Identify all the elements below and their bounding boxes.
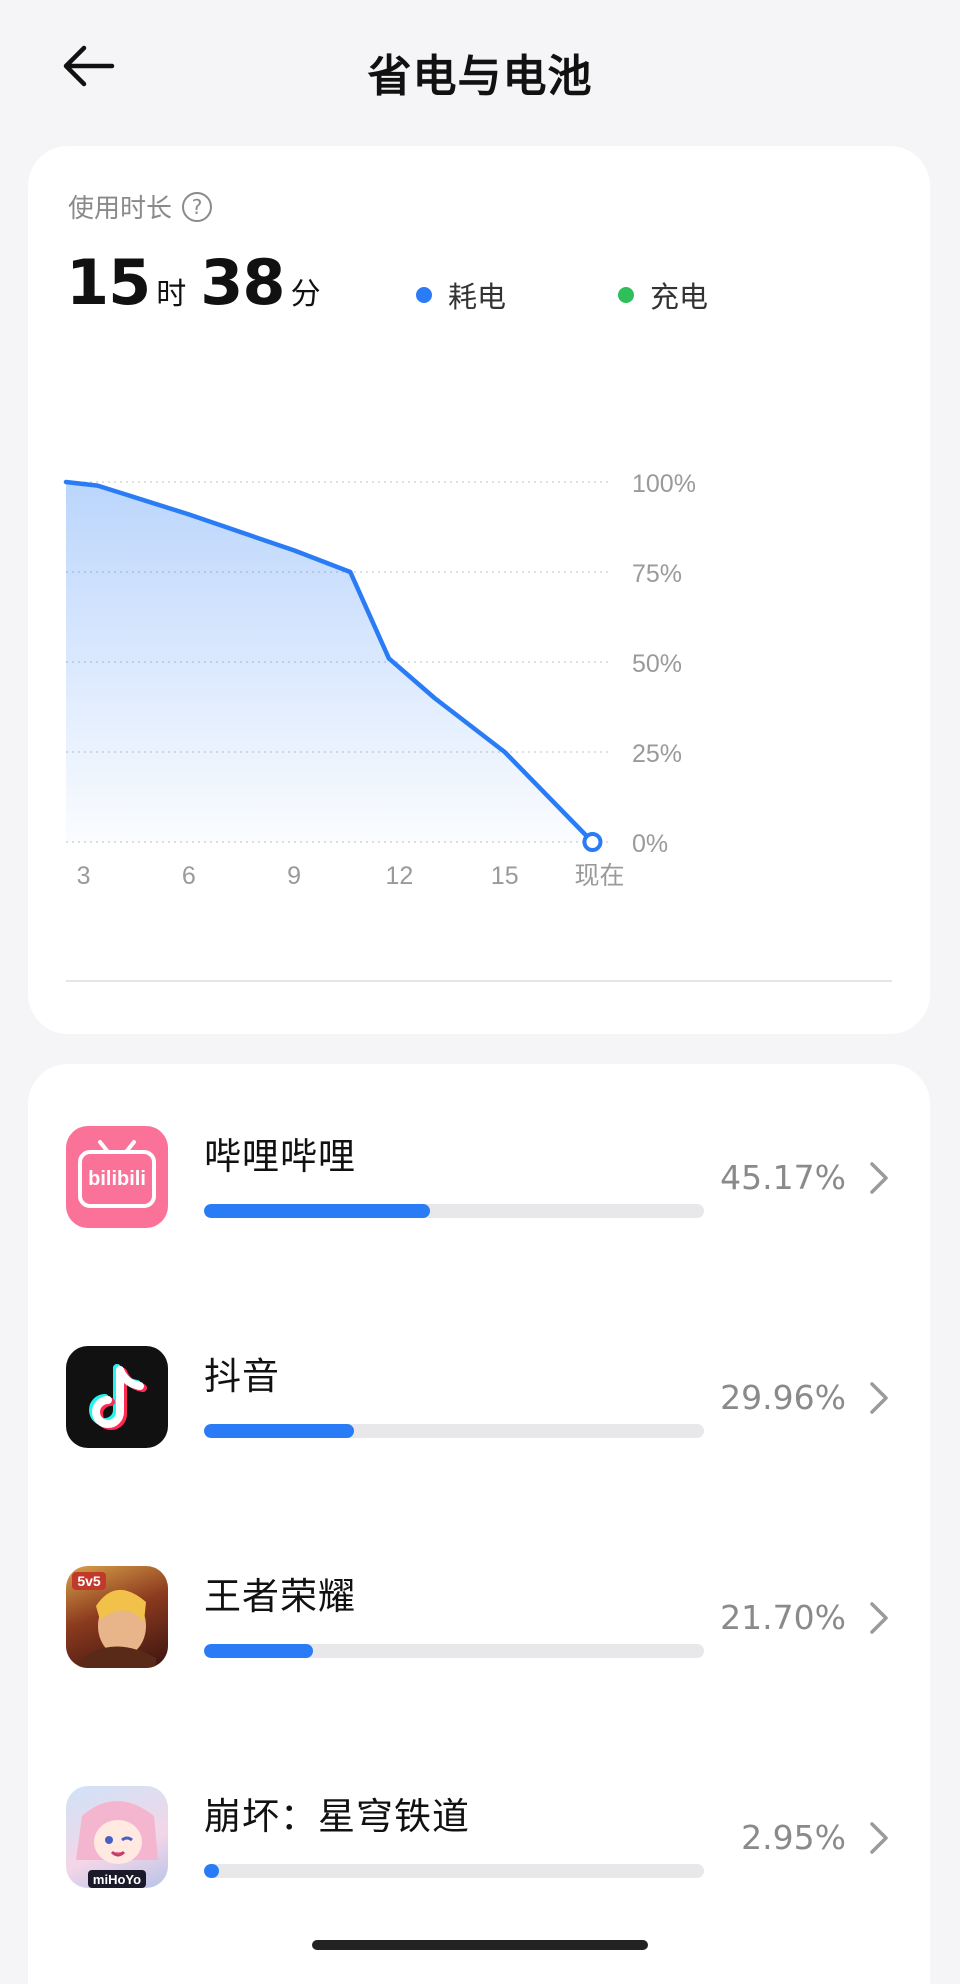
app-name: 抖音 [204, 1355, 280, 1398]
chevron-right-icon [870, 1602, 888, 1634]
app-progress-bar [204, 1864, 704, 1878]
app-progress-fill [204, 1644, 313, 1658]
legend-consume-dot [416, 287, 432, 303]
chart-current-point [582, 832, 603, 852]
duration-minutes-unit: 分 [290, 277, 321, 312]
chart-x-tick-label: 12 [386, 862, 414, 890]
usage-label: 使用时长 ? [68, 188, 213, 225]
legend-consume: 耗电 [416, 274, 506, 316]
chart-y-tick-label: 25% [632, 740, 682, 768]
app-percent: 2.95% [741, 1818, 846, 1857]
app-row-bilibili[interactable]: bilibili 哔哩哔哩 45.17% [28, 1118, 930, 1238]
chart-x-tick-label: 9 [287, 862, 301, 890]
duration-hours-unit: 时 [156, 277, 187, 312]
chart-y-tick-label: 0% [632, 830, 668, 858]
chevron-right-icon [870, 1382, 888, 1414]
usage-label-text: 使用时长 [68, 194, 173, 224]
usage-duration: 15 时 38 分 [66, 246, 335, 319]
home-indicator[interactable] [312, 1940, 648, 1950]
app-row-douyin[interactable]: 抖音 29.96% [28, 1338, 930, 1458]
chart-x-tick-label: 3 [77, 862, 91, 890]
app-progress-bar [204, 1644, 704, 1658]
honor-of-kings-icon: 5v5 [66, 1566, 168, 1668]
app-progress-fill [204, 1204, 430, 1218]
help-icon[interactable]: ? [182, 191, 213, 222]
legend-charge: 充电 [618, 274, 708, 316]
battery-chart: 100% 75% 50% 25% 0% 3 6 9 12 15 现在 [63, 470, 696, 890]
star-rail-icon-text: miHoYo [93, 1872, 141, 1887]
star-rail-icon: miHoYo [66, 1786, 168, 1888]
chart-area-fill [66, 482, 593, 842]
legend-charge-label: 充电 [650, 280, 709, 314]
bilibili-icon-text: bilibili [88, 1168, 146, 1190]
app-name: 王者荣耀 [204, 1575, 356, 1618]
app-progress-bar [204, 1204, 704, 1218]
app-row-star-rail[interactable]: miHoYo 崩坏：星穹铁道 2.95% [28, 1778, 930, 1898]
header: 省电与电池 [0, 0, 960, 140]
duration-minutes: 38 [200, 246, 285, 319]
chevron-right-icon [870, 1162, 888, 1194]
app-progress-bar [204, 1424, 704, 1438]
chevron-right-icon [870, 1822, 888, 1854]
chart-y-tick-label: 50% [632, 650, 682, 678]
chart-y-tick-label: 75% [632, 560, 682, 588]
app-percent: 29.96% [720, 1378, 846, 1417]
chart-x-tick-label: 6 [182, 862, 196, 890]
chart-x-tick-label: 15 [491, 862, 519, 890]
app-row-honor-of-kings[interactable]: 5v5 王者荣耀 21.70% [28, 1558, 930, 1678]
usage-card: 使用时长 ? 15 时 38 分 耗电 充电 100% 75% 50% 25% 0% 3 6… [28, 146, 930, 1034]
honor-of-kings-icon-text: 5v5 [77, 1573, 101, 1589]
divider [66, 980, 892, 982]
douyin-icon [66, 1346, 168, 1448]
chart-x-tick-label: 现在 [574, 862, 624, 890]
legend-consume-label: 耗电 [448, 280, 507, 314]
app-name: 崩坏：星穹铁道 [204, 1795, 470, 1838]
app-percent: 21.70% [720, 1598, 846, 1637]
app-name: 哔哩哔哩 [204, 1135, 356, 1178]
app-progress-fill [204, 1864, 219, 1878]
chart-y-tick-label: 100% [632, 470, 696, 498]
app-progress-fill [204, 1424, 354, 1438]
app-percent: 45.17% [720, 1158, 846, 1197]
legend-charge-dot [618, 287, 634, 303]
bilibili-icon: bilibili [66, 1126, 168, 1228]
duration-hours: 15 [66, 246, 151, 319]
app-usage-card: bilibili 哔哩哔哩 45.17% 抖音 29.96% 5v5 王者荣耀 … [28, 1064, 930, 1984]
page-title: 省电与电池 [367, 51, 593, 102]
